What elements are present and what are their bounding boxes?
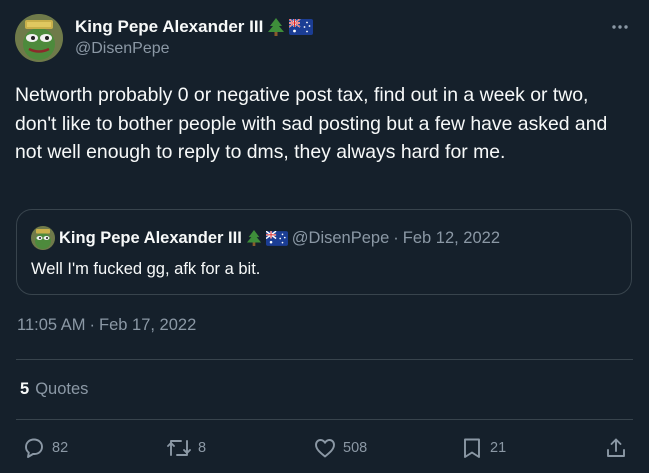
timestamp-separator: · bbox=[89, 316, 96, 334]
quoted-tweet-card[interactable]: King Pepe Alexander III @DisenPepe · Feb… bbox=[16, 209, 632, 295]
tweet-text: Networth probably 0 or negative post tax… bbox=[15, 84, 613, 163]
bookmark-icon bbox=[464, 438, 480, 458]
share-button[interactable] bbox=[604, 432, 628, 464]
reply-count: 82 bbox=[52, 440, 69, 456]
more-options-button[interactable] bbox=[605, 12, 635, 42]
quotes-label: Quotes bbox=[35, 380, 89, 398]
divider bbox=[16, 359, 633, 360]
like-count: 508 bbox=[343, 440, 368, 456]
tree-emoji bbox=[246, 229, 262, 247]
retweet-button[interactable]: 8 bbox=[166, 432, 206, 464]
quoted-date: Feb 12, 2022 bbox=[402, 228, 501, 247]
reply-icon bbox=[25, 438, 43, 458]
quoted-handle: @DisenPepe bbox=[291, 228, 390, 247]
timestamp-date: Feb 17, 2022 bbox=[99, 316, 197, 334]
bookmark-count: 21 bbox=[490, 440, 507, 456]
timestamp-time: 11:05 AM bbox=[17, 316, 86, 334]
quoted-avatar bbox=[31, 226, 55, 250]
like-button[interactable]: 508 bbox=[313, 432, 367, 464]
australia-flag-emoji bbox=[265, 230, 288, 246]
bookmark-button[interactable]: 21 bbox=[460, 432, 506, 464]
tree-emoji bbox=[267, 17, 285, 37]
quoted-separator: · bbox=[393, 228, 399, 247]
quoted-tweet-header: King Pepe Alexander III @DisenPepe · Feb… bbox=[31, 226, 500, 250]
display-name-row[interactable]: King Pepe Alexander III bbox=[75, 16, 314, 38]
action-bar: 82 8 508 21 bbox=[0, 432, 649, 464]
retweet-icon bbox=[167, 440, 191, 456]
quoted-tweet-text: Well I'm fucked gg, afk for a bit. bbox=[31, 260, 261, 278]
tweet: King Pepe Alexander III @DisenPepe Netwo… bbox=[0, 0, 649, 473]
australia-flag-emoji bbox=[288, 18, 314, 35]
quoted-display-name: King Pepe Alexander III bbox=[59, 228, 242, 247]
avatar[interactable] bbox=[15, 14, 63, 62]
quotes-link[interactable]: 5 Quotes bbox=[20, 380, 88, 399]
more-dots-icon bbox=[612, 25, 628, 29]
user-handle[interactable]: @DisenPepe bbox=[75, 40, 170, 58]
retweet-count: 8 bbox=[198, 440, 207, 456]
divider bbox=[16, 419, 633, 420]
display-name[interactable]: King Pepe Alexander III bbox=[75, 17, 263, 37]
tweet-timestamp[interactable]: 11:05 AM · Feb 17, 2022 bbox=[17, 316, 196, 335]
tweet-header: King Pepe Alexander III @DisenPepe bbox=[15, 12, 635, 62]
quotes-count: 5 bbox=[20, 380, 30, 398]
heart-icon bbox=[315, 439, 335, 458]
share-icon bbox=[607, 438, 625, 457]
reply-button[interactable]: 82 bbox=[22, 432, 68, 464]
